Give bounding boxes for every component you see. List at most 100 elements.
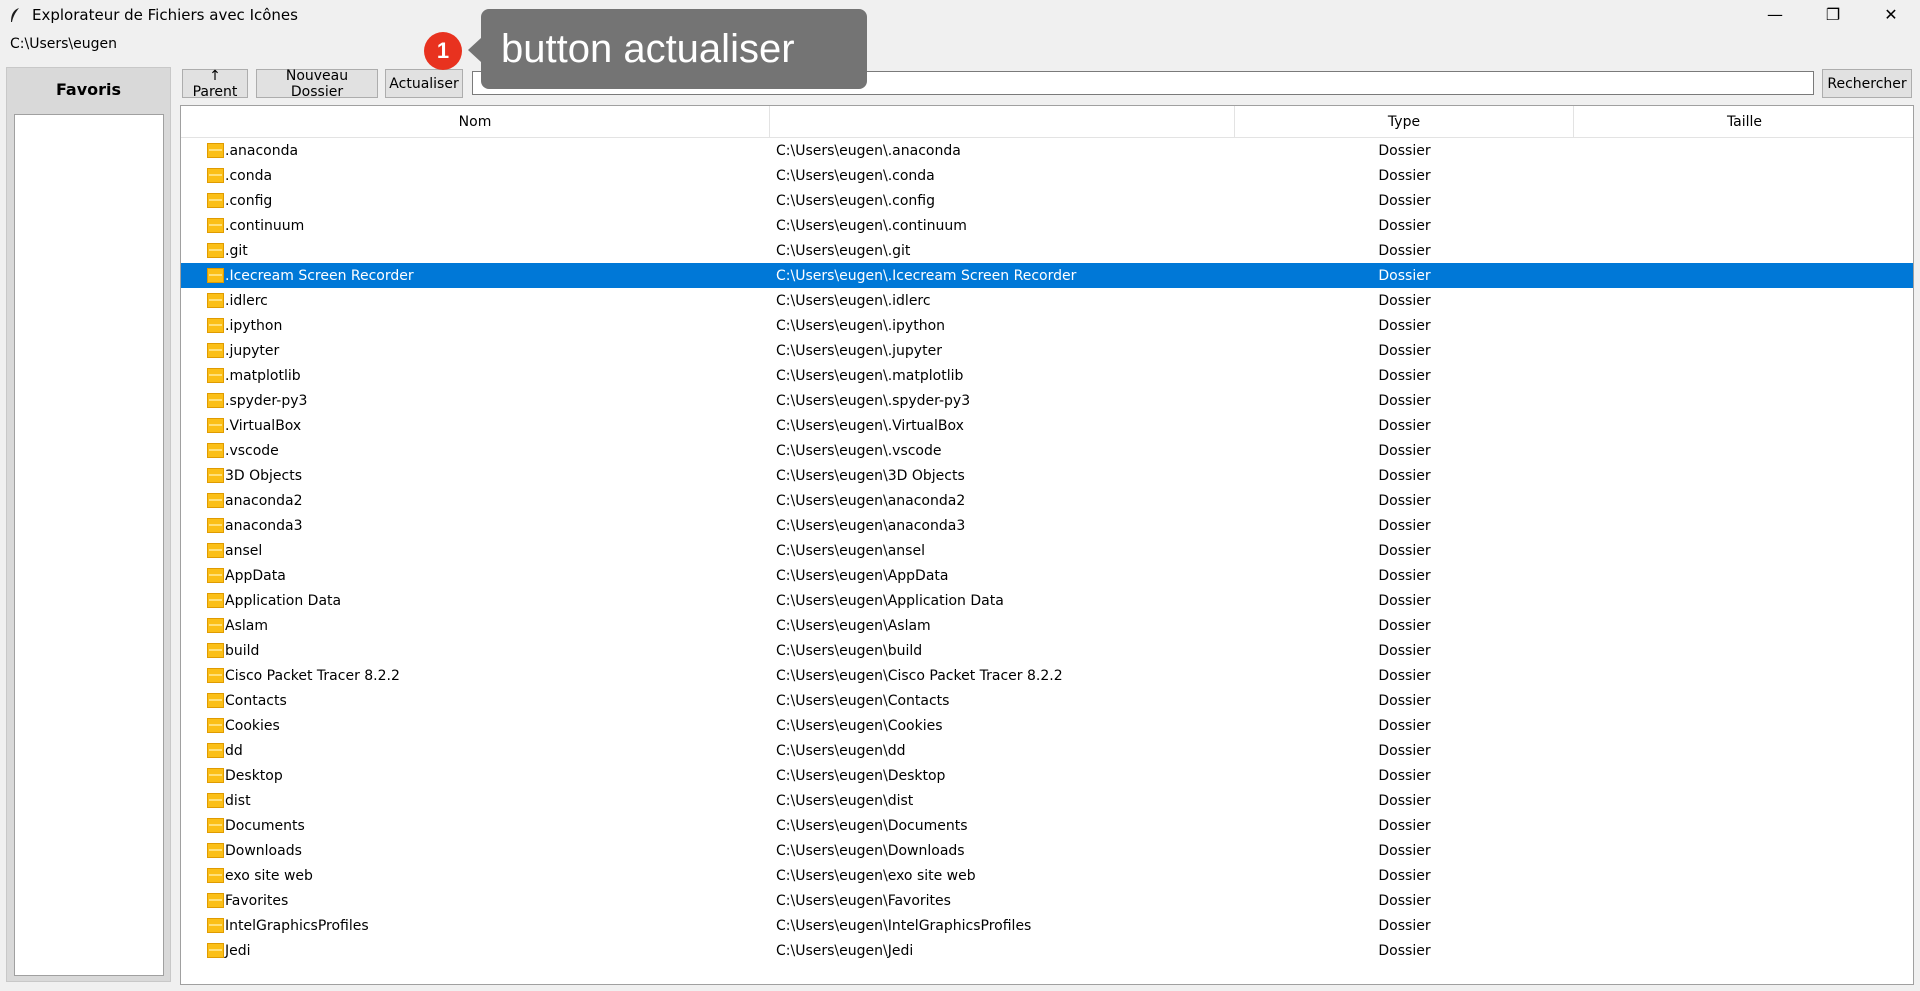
table-row[interactable]: dist C:\Users\eugen\dist Dossier	[181, 788, 1913, 813]
size-cell	[1574, 913, 1913, 938]
type-cell: Dossier	[1378, 217, 1431, 234]
folder-icon	[207, 818, 224, 833]
search-button[interactable]: Rechercher	[1822, 69, 1912, 98]
new-folder-button[interactable]: Nouveau Dossier	[256, 68, 378, 100]
file-name: anaconda2	[225, 492, 303, 509]
file-name: .spyder-py3	[225, 392, 308, 409]
table-row[interactable]: Favorites C:\Users\eugen\Favorites Dossier	[181, 888, 1913, 913]
name-cell: dd	[207, 738, 243, 763]
folder-icon	[207, 193, 224, 208]
file-tree[interactable]: Nom Type Taille .anaconda C:\Users\eugen\…	[180, 105, 1914, 985]
size-cell	[1574, 938, 1913, 963]
table-row[interactable]: build C:\Users\eugen\build Dossier	[181, 638, 1913, 663]
table-row[interactable]: .idlerc C:\Users\eugen\.idlerc Dossier	[181, 288, 1913, 313]
name-cell: exo site web	[207, 863, 313, 888]
table-row[interactable]: exo site web C:\Users\eugen\exo site web D…	[181, 863, 1913, 888]
column-header-path[interactable]	[770, 106, 1235, 138]
column-header-type[interactable]: Type	[1235, 106, 1574, 138]
type-cell: Dossier	[1378, 267, 1431, 284]
type-cell: Dossier	[1378, 492, 1431, 509]
favorites-list[interactable]	[14, 114, 164, 976]
favorites-title: Favoris	[55, 79, 122, 99]
type-cell: Dossier	[1378, 542, 1431, 559]
name-cell: .spyder-py3	[207, 388, 307, 413]
table-row[interactable]: anaconda3 C:\Users\eugen\anaconda3 Dossier	[181, 513, 1913, 538]
folder-icon	[207, 318, 224, 333]
name-cell: Documents	[207, 813, 305, 838]
file-name: Application Data	[225, 592, 342, 609]
folder-icon	[207, 343, 224, 358]
current-path-label: C:\Users\eugen	[10, 36, 117, 52]
file-rows: .anaconda C:\Users\eugen\.anaconda Dossier…	[181, 138, 1913, 963]
path-cell: C:\Users\eugen\.ipython	[776, 317, 946, 334]
path-cell: C:\Users\eugen\anaconda3	[776, 517, 966, 534]
annotation-callout: button actualiser	[481, 9, 867, 89]
column-header-size[interactable]: Taille	[1574, 106, 1913, 138]
name-cell: AppData	[207, 563, 286, 588]
file-name: .vscode	[225, 442, 279, 459]
annotation-text: button actualiser	[501, 26, 795, 71]
table-row[interactable]: .conda C:\Users\eugen\.conda Dossier	[181, 163, 1913, 188]
file-name: anaconda3	[225, 517, 303, 534]
table-row[interactable]: .vscode C:\Users\eugen\.vscode Dossier	[181, 438, 1913, 463]
table-row[interactable]: Documents C:\Users\eugen\Documents Dossier	[181, 813, 1913, 838]
file-name: .jupyter	[225, 342, 280, 359]
refresh-button[interactable]: Actualiser	[385, 69, 463, 98]
path-cell: C:\Users\eugen\IntelGraphicsProfiles	[776, 917, 1032, 934]
table-row[interactable]: Desktop C:\Users\eugen\Desktop Dossier	[181, 763, 1913, 788]
type-cell: Dossier	[1378, 592, 1431, 609]
table-row[interactable]: .matplotlib C:\Users\eugen\.matplotlib Dos…	[181, 363, 1913, 388]
folder-icon	[207, 893, 224, 908]
path-cell: C:\Users\eugen\Documents	[776, 817, 968, 834]
table-row[interactable]: .ipython C:\Users\eugen\.ipython Dossier	[181, 313, 1913, 338]
column-header-name[interactable]: Nom	[181, 106, 770, 138]
table-row[interactable]: Jedi C:\Users\eugen\Jedi Dossier	[181, 938, 1913, 963]
name-cell: IntelGraphicsProfiles	[207, 913, 369, 938]
table-row[interactable]: ansel C:\Users\eugen\ansel Dossier	[181, 538, 1913, 563]
minimize-button[interactable]: —	[1746, 0, 1804, 29]
table-row[interactable]: .continuum C:\Users\eugen\.continuum Dossi…	[181, 213, 1913, 238]
file-name: .matplotlib	[225, 367, 301, 384]
table-row[interactable]: AppData C:\Users\eugen\AppData Dossier	[181, 563, 1913, 588]
restore-button[interactable]: ❐	[1804, 0, 1862, 29]
table-row[interactable]: anaconda2 C:\Users\eugen\anaconda2 Dossier	[181, 488, 1913, 513]
table-row[interactable]: Cisco Packet Tracer 8.2.2 C:\Users\eugen\…	[181, 663, 1913, 688]
table-row[interactable]: .config C:\Users\eugen\.config Dossier	[181, 188, 1913, 213]
path-cell: C:\Users\eugen\.vscode	[776, 442, 942, 459]
table-row[interactable]: Cookies C:\Users\eugen\Cookies Dossier	[181, 713, 1913, 738]
path-cell: C:\Users\eugen\.continuum	[776, 217, 967, 234]
table-row[interactable]: IntelGraphicsProfiles C:\Users\eugen\Inte…	[181, 913, 1913, 938]
size-cell	[1574, 713, 1913, 738]
file-name: .git	[225, 242, 248, 259]
path-cell: C:\Users\eugen\ansel	[776, 542, 925, 559]
folder-icon	[207, 143, 224, 158]
name-cell: Contacts	[207, 688, 287, 713]
table-row[interactable]: Downloads C:\Users\eugen\Downloads Dossier	[181, 838, 1913, 863]
table-row[interactable]: .git C:\Users\eugen\.git Dossier	[181, 238, 1913, 263]
table-row[interactable]: .VirtualBox C:\Users\eugen\.VirtualBox Dos…	[181, 413, 1913, 438]
type-cell: Dossier	[1378, 392, 1431, 409]
folder-icon	[207, 393, 224, 408]
size-cell	[1574, 763, 1913, 788]
name-cell: .Icecream Screen Recorder	[207, 263, 414, 288]
folder-icon	[207, 518, 224, 533]
type-cell: Dossier	[1378, 467, 1431, 484]
parent-button[interactable]: ↑ Parent	[182, 68, 248, 100]
table-row[interactable]: .Icecream Screen Recorder C:\Users\eugen\…	[181, 263, 1913, 288]
path-cell: C:\Users\eugen\Contacts	[776, 692, 950, 709]
folder-icon	[207, 693, 224, 708]
close-button[interactable]: ✕	[1862, 0, 1920, 29]
table-row[interactable]: Contacts C:\Users\eugen\Contacts Dossier	[181, 688, 1913, 713]
table-row[interactable]: .jupyter C:\Users\eugen\.jupyter Dossier	[181, 338, 1913, 363]
name-cell: Jedi	[207, 938, 251, 963]
table-row[interactable]: .spyder-py3 C:\Users\eugen\.spyder-py3 Dos…	[181, 388, 1913, 413]
table-row[interactable]: 3D Objects C:\Users\eugen\3D Objects Dossi…	[181, 463, 1913, 488]
table-row[interactable]: Application Data C:\Users\eugen\Applicati…	[181, 588, 1913, 613]
type-cell: Dossier	[1378, 192, 1431, 209]
table-row[interactable]: .anaconda C:\Users\eugen\.anaconda Dossier	[181, 138, 1913, 163]
type-cell: Dossier	[1378, 692, 1431, 709]
table-row[interactable]: dd C:\Users\eugen\dd Dossier	[181, 738, 1913, 763]
name-cell: Application Data	[207, 588, 341, 613]
table-row[interactable]: Aslam C:\Users\eugen\Aslam Dossier	[181, 613, 1913, 638]
type-cell: Dossier	[1378, 242, 1431, 259]
